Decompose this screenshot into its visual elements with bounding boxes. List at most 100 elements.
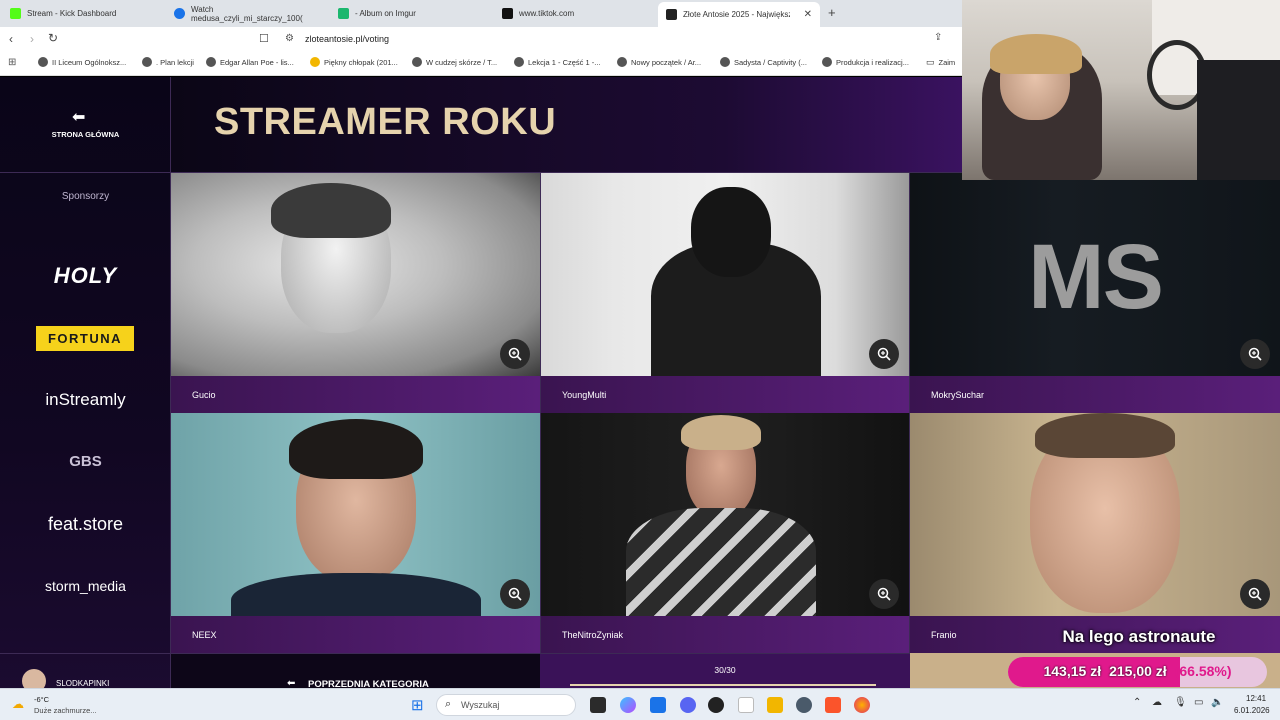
firefox-icon[interactable] xyxy=(854,697,870,713)
bookmark-favicon xyxy=(310,57,320,67)
url-field[interactable]: zloteantosie.pl/voting xyxy=(305,34,389,44)
sponsor-stormmedia[interactable]: storm_media xyxy=(0,578,171,594)
candidate-photo xyxy=(910,413,1280,616)
tab-label: www.tiktok.com xyxy=(519,9,575,18)
file-explorer-icon[interactable] xyxy=(767,697,783,713)
tab-imgur-album[interactable]: - Album on Imgur xyxy=(330,2,490,25)
task-view-icon[interactable] xyxy=(590,697,606,713)
tab-label: Złote Antosie 2025 - Największy xyxy=(683,10,790,19)
copilot-icon[interactable] xyxy=(620,697,636,713)
home-link[interactable]: ⬅ STRONA GŁÓWNA xyxy=(0,77,171,173)
bookmark-item[interactable]: Piękny chłopak (201... xyxy=(310,57,398,67)
zoom-icon[interactable] xyxy=(869,339,899,369)
forward-icon[interactable]: › xyxy=(30,32,34,46)
candidate-card[interactable]: NEEX xyxy=(171,413,540,653)
candidate-photo xyxy=(171,173,540,376)
discord-icon[interactable] xyxy=(680,697,696,713)
bookmark-item[interactable]: Lekcja 1 - Część 1 -... xyxy=(514,57,601,67)
store-icon[interactable] xyxy=(650,697,666,713)
back-icon[interactable]: ‹ xyxy=(9,32,13,46)
sponsor-fortuna[interactable]: FORTUNA xyxy=(36,326,134,351)
bookmark-item[interactable]: . Plan lekcji xyxy=(142,57,194,67)
bookmark-favicon xyxy=(514,57,524,67)
app-icon[interactable] xyxy=(708,697,724,713)
progress-panel: 30/30 xyxy=(540,653,910,688)
portrait-body xyxy=(626,508,816,616)
zoom-icon[interactable] xyxy=(869,579,899,609)
tab-label: - Album on Imgur xyxy=(355,9,416,18)
clock-time[interactable]: 12:41 xyxy=(1246,694,1266,703)
candidate-name: YoungMulti xyxy=(541,376,909,413)
sponsor-instreamly[interactable]: inStreamly xyxy=(0,390,171,410)
goal-title: Na lego astronaute xyxy=(1062,627,1216,646)
bookmark-item[interactable]: Edgar Allan Poe - lis... xyxy=(206,57,294,67)
bookmark-icon[interactable]: ☐ xyxy=(259,32,269,45)
reload-icon[interactable]: ↻ xyxy=(48,31,58,45)
webcam-overlay xyxy=(962,0,1280,180)
new-tab-button[interactable]: + xyxy=(828,5,836,20)
zoom-icon[interactable] xyxy=(1240,339,1270,369)
person-hair xyxy=(990,34,1082,74)
tab-tiktok[interactable]: www.tiktok.com xyxy=(494,2,654,25)
bookmark-favicon xyxy=(142,57,152,67)
start-icon[interactable]: ⊞ xyxy=(411,696,424,714)
candidate-name: NEEX xyxy=(171,616,540,653)
site-info-icon[interactable]: ⚙ xyxy=(285,33,294,44)
sponsor-gbs[interactable]: GBS xyxy=(0,453,171,470)
bookmark-item[interactable]: II Liceum Ogólnoksz... xyxy=(38,57,126,67)
tab-watch-medusa[interactable]: Watch medusa_czyli_mi_starczy_100( xyxy=(166,2,326,25)
bookmark-favicon xyxy=(38,57,48,67)
search-icon: ⌕ xyxy=(445,698,452,710)
sponsor-featstore[interactable]: feat.store xyxy=(0,514,171,535)
candidate-card[interactable]: YoungMulti xyxy=(540,173,909,413)
home-label: STRONA GŁÓWNA xyxy=(51,130,120,139)
folder-icon: ▭ xyxy=(926,57,935,67)
prev-category-button[interactable]: ⬅ POPRZEDNIA KATEGORIA xyxy=(171,653,540,690)
video-site-icon xyxy=(174,8,185,19)
weather-temp: -6°C xyxy=(34,695,50,704)
candidate-card[interactable]: Gucio xyxy=(171,173,540,413)
close-tab-icon[interactable]: ✕ xyxy=(804,9,812,20)
weather-icon[interactable]: ☁ xyxy=(12,697,24,711)
apps-icon[interactable]: ⊞ xyxy=(8,57,16,68)
bookmarks-bar: ⊞ II Liceum Ogólnoksz... . Plan lekcji E… xyxy=(0,52,962,76)
browser-tab-bar: Stream - Kick Dashboard Watch medusa_czy… xyxy=(0,0,962,27)
candidate-photo xyxy=(541,173,909,376)
bookmark-folder[interactable]: ▭ Zaim xyxy=(926,57,955,68)
bookmark-item[interactable]: W cudzej skórze / T... xyxy=(412,57,497,67)
notes-icon[interactable] xyxy=(738,697,754,713)
volume-icon[interactable]: 🔈 xyxy=(1211,697,1223,708)
address-bar: ‹ › ↻ ☐ ⚙ zloteantosie.pl/voting ⇪ xyxy=(0,27,962,52)
cloud-icon[interactable]: ☁ xyxy=(1152,697,1162,708)
search-box[interactable]: ⌕ Wyszukaj xyxy=(436,694,576,716)
candidate-card[interactable]: Franio xyxy=(909,413,1280,653)
brave-icon[interactable] xyxy=(825,697,841,713)
clock-date[interactable]: 6.01.2026 xyxy=(1234,706,1270,715)
microphone-icon[interactable]: 🎙 xyxy=(1174,697,1187,708)
progress-count: 30/30 xyxy=(714,665,736,675)
goal-text: 143,15 zł 215,00 zł (66.58%) xyxy=(1008,663,1267,679)
candidate-card[interactable]: MS MokrySuchar xyxy=(909,173,1280,413)
tab-kick-dashboard[interactable]: Stream - Kick Dashboard xyxy=(2,2,162,25)
candidate-name: TheNitroZyniak xyxy=(541,616,909,653)
page-title: STREAMER ROKU xyxy=(214,101,557,143)
sidebar: ⬅ STRONA GŁÓWNA Sponsorzy HOLY FORTUNA i… xyxy=(0,77,171,693)
candidate-photo: MS xyxy=(910,173,1280,376)
zoom-icon[interactable] xyxy=(500,579,530,609)
user-panel[interactable]: SLODKAPINKI xyxy=(0,653,171,693)
chevron-up-icon[interactable]: ⌃ xyxy=(1133,697,1141,708)
bookmark-item[interactable]: Produkcja i realizacj... xyxy=(822,57,909,67)
sponsor-holy[interactable]: HOLY xyxy=(0,263,171,289)
portrait-hair xyxy=(681,415,761,450)
settings-icon[interactable] xyxy=(796,697,812,713)
zoom-icon[interactable] xyxy=(500,339,530,369)
goal-percent: (66.58%) xyxy=(1174,663,1232,679)
share-icon[interactable]: ⇪ xyxy=(934,32,942,43)
bookmark-item[interactable]: Nowy początek / Ar... xyxy=(617,57,701,67)
candidate-card[interactable]: TheNitroZyniak xyxy=(540,413,909,653)
network-icon[interactable]: ▭ xyxy=(1194,697,1203,708)
zoom-icon[interactable] xyxy=(1240,579,1270,609)
tab-zlote-antosie[interactable]: Złote Antosie 2025 - Największy ✕ xyxy=(658,2,820,27)
candidate-name: Gucio xyxy=(171,376,540,413)
bookmark-item[interactable]: Sadysta / Captivity (... xyxy=(720,57,807,67)
